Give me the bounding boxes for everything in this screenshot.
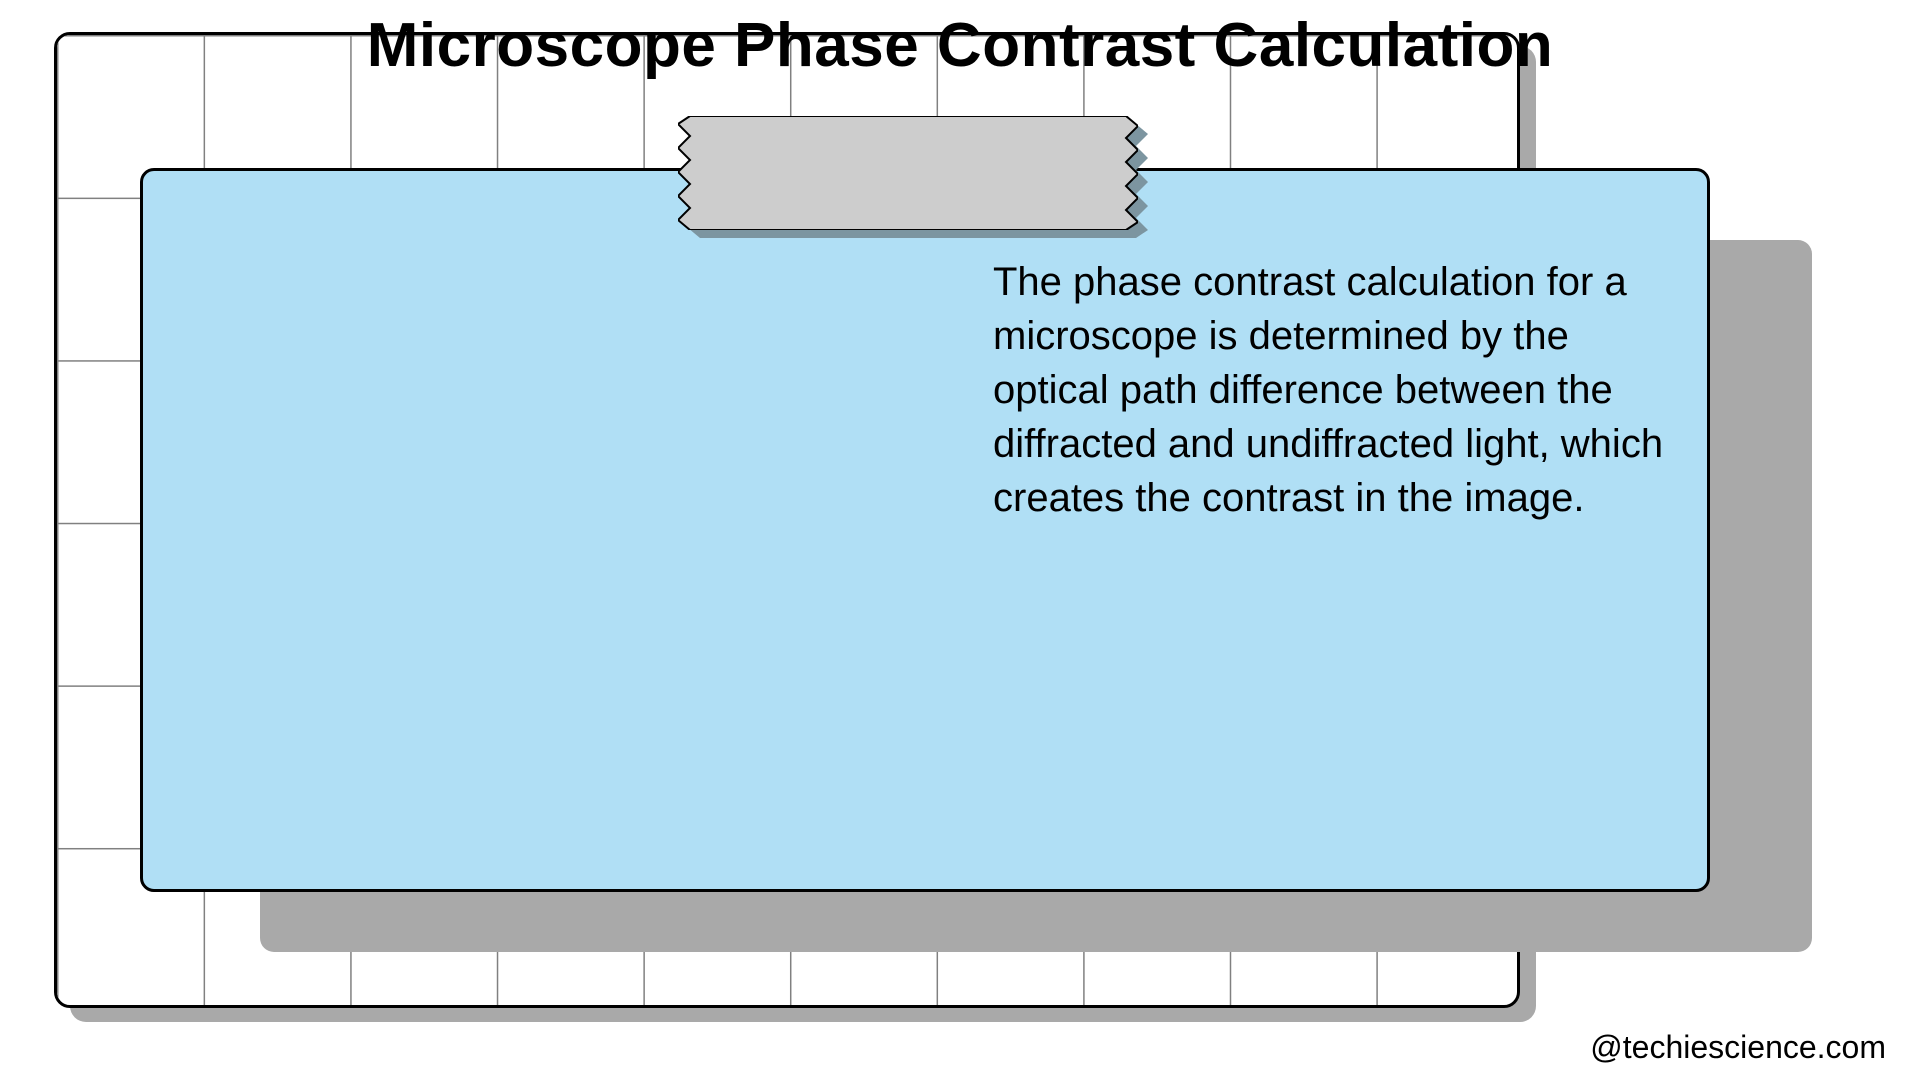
note-card: The phase contrast calculation for a mic… [140,168,1710,892]
note-card-body: The phase contrast calculation for a mic… [993,255,1693,525]
footer-attribution: @techiescience.com [1590,1029,1886,1066]
page-title: Microscope Phase Contrast Calculation [0,10,1920,81]
tape-icon [678,116,1138,230]
